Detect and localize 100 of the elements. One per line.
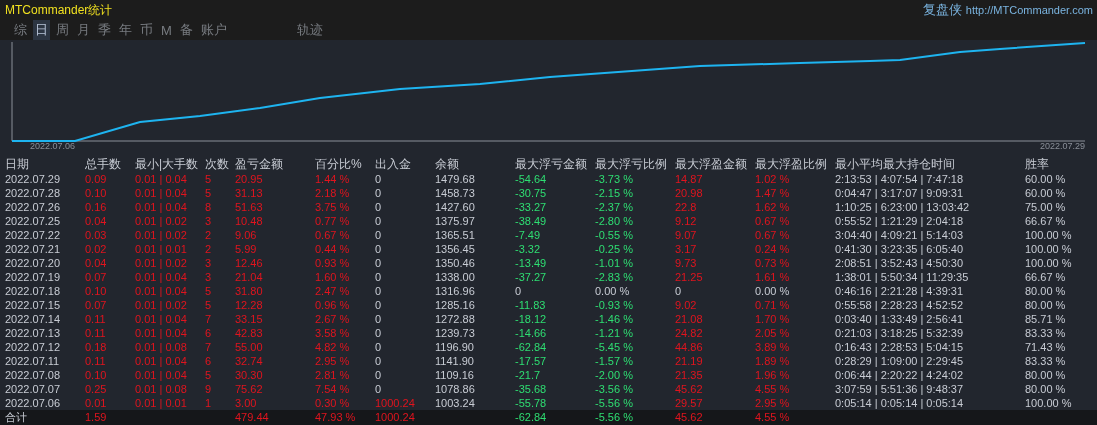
table-cell: -2.83 %	[595, 270, 633, 284]
table-cell: 0.07	[85, 298, 107, 312]
table-cell: 0.11	[85, 354, 106, 368]
table-cell: 2022.07.11	[5, 354, 60, 368]
table-cell: 0.16	[85, 200, 107, 214]
table-cell: 1350.46	[435, 256, 475, 270]
table-cell: 0.25	[85, 382, 107, 396]
table-cell: 3	[205, 256, 212, 270]
table-cell: 0.01 | 0.01	[135, 242, 187, 256]
total-cell: 1000.24	[375, 411, 415, 423]
table-cell: 0.71 %	[755, 298, 790, 312]
table-cell: 0.01 | 0.04	[135, 200, 187, 214]
table-cell: 75.00 %	[1025, 200, 1066, 214]
table-cell: 3.00	[235, 396, 257, 410]
table-cell: 24.82	[675, 326, 703, 340]
table-cell: -3.32	[515, 242, 541, 256]
table-cell: -62.84	[515, 340, 547, 354]
table-cell: 0.24 %	[755, 242, 790, 256]
table-cell: 4.55 %	[755, 382, 790, 396]
table-cell: 0.67 %	[755, 214, 790, 228]
table-cell: 0.01 | 0.02	[135, 228, 187, 242]
view-tab[interactable]: 日	[33, 20, 50, 40]
table-cell: 6	[205, 326, 212, 340]
table-cell: 1003.24	[435, 396, 475, 410]
table-cell: 60.00 %	[1025, 172, 1066, 186]
table-cell: 0	[375, 326, 382, 340]
column-header: 最小平均最大持仓时间	[835, 157, 955, 172]
table-cell: 1.47 %	[755, 186, 790, 200]
table-cell: 0.01	[85, 396, 107, 410]
table-cell: -21.7	[515, 368, 541, 382]
view-tab[interactable]: M	[159, 21, 174, 39]
table-cell: 0.93 %	[315, 256, 350, 270]
table-cell: 0.00 %	[595, 284, 630, 298]
table-cell: -2.15 %	[595, 186, 633, 200]
table-cell: -1.57 %	[595, 354, 633, 368]
view-tab[interactable]: 周	[54, 20, 71, 40]
table-cell: 0	[375, 200, 382, 214]
table-cell: 0	[375, 382, 382, 396]
table-cell: 0	[375, 340, 382, 354]
table-cell: 0.00 %	[755, 284, 790, 298]
table-cell: -2.37 %	[595, 200, 633, 214]
view-tab[interactable]: 账户	[198, 20, 229, 40]
table-cell: 8	[205, 200, 212, 214]
column-header: 出入金	[375, 157, 411, 172]
table-cell: 2.47 %	[315, 284, 350, 298]
table-cell: 1:38:01 | 5:50:34 | 11:29:35	[835, 270, 969, 284]
table-cell: 0.67 %	[755, 228, 790, 242]
table-cell: 0.04	[85, 214, 107, 228]
column-header: 胜率	[1025, 157, 1049, 172]
table-cell: 44.86	[675, 340, 703, 354]
table-cell: 2	[205, 228, 212, 242]
table-cell: 7	[205, 312, 212, 326]
table-cell: 1.61 %	[755, 270, 790, 284]
view-tab[interactable]: 币	[138, 20, 155, 40]
table-cell: 1365.51	[435, 228, 475, 242]
table-cell: 100.00 %	[1025, 228, 1072, 242]
table-cell: 3.17	[675, 242, 697, 256]
table-cell: 3:04:40 | 4:09:21 | 5:14:03	[835, 228, 964, 242]
table-cell: 2:13:53 | 4:07:54 | 7:47:18	[835, 172, 964, 186]
table-cell: 2.67 %	[315, 312, 350, 326]
table-cell: 100.00 %	[1025, 396, 1072, 410]
table-cell: -38.49	[515, 214, 547, 228]
table-cell: 0.01 | 0.08	[135, 382, 187, 396]
column-header: 百分比%	[315, 157, 362, 172]
column-header: 余额	[435, 157, 459, 172]
table-cell: 51.63	[235, 200, 263, 214]
total-cell: -62.84	[515, 411, 547, 423]
table-cell: 1338.00	[435, 270, 475, 284]
view-tab[interactable]: 轨迹	[294, 20, 325, 40]
view-tab[interactable]: 综	[12, 20, 29, 40]
table-cell: 75.62	[235, 382, 263, 396]
table-cell: 7	[205, 340, 212, 354]
view-tab[interactable]: 季	[96, 20, 113, 40]
table-cell: 20.95	[235, 172, 263, 186]
table-cell: 0:03:40 | 1:33:49 | 2:56:41	[835, 312, 964, 326]
table-cell: -18.12	[515, 312, 547, 326]
table-cell: 0	[375, 312, 382, 326]
table-cell: 0	[375, 368, 382, 382]
table-cell: -1.01 %	[595, 256, 633, 270]
view-tab[interactable]: 年	[117, 20, 134, 40]
table-cell: 0.01 | 0.04	[135, 284, 187, 298]
table-cell: -14.66	[515, 326, 547, 340]
table-cell: 1356.45	[435, 242, 475, 256]
table-cell: 1.44 %	[315, 172, 350, 186]
view-tab[interactable]: 月	[75, 20, 92, 40]
table-cell: 0.11	[85, 312, 106, 326]
website-link[interactable]: http://MTCommander.com	[965, 4, 1093, 16]
table-cell: 0.01 | 0.08	[135, 340, 187, 354]
table-cell: 20.98	[675, 186, 703, 200]
table-cell: 0.01 | 0.04	[135, 368, 187, 382]
axis-label: 2022.07.06	[30, 141, 76, 151]
column-header: 最小|大手数	[135, 157, 199, 172]
table-cell: 4.82 %	[315, 340, 350, 354]
table-cell: 0.73 %	[755, 256, 790, 270]
table-cell: 32.74	[235, 354, 263, 368]
table-cell: 0	[375, 186, 382, 200]
table-cell: 9.07	[675, 228, 697, 242]
table-cell: 0.01 | 0.01	[135, 396, 187, 410]
table-cell: 2022.07.06	[5, 396, 61, 410]
view-tab[interactable]: 备	[177, 20, 195, 40]
